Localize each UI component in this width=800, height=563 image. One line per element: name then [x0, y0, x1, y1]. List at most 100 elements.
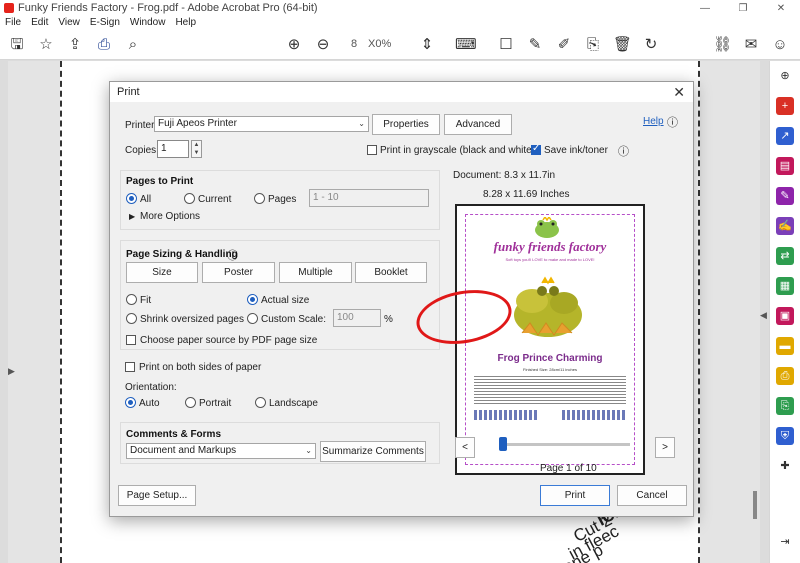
tab-multiple[interactable]: Multiple — [279, 262, 352, 283]
paper-source-checkbox[interactable] — [126, 335, 136, 345]
radio-custom-scale[interactable] — [247, 313, 258, 324]
keyboard-icon[interactable]: ⌨ — [455, 36, 477, 54]
preview-slider-track[interactable] — [500, 443, 630, 446]
zoom-field[interactable]: X0% — [368, 38, 408, 54]
help-link[interactable]: Help — [643, 116, 664, 127]
cancel-button[interactable]: Cancel — [617, 485, 687, 506]
fit-page-icon[interactable]: ⇕ — [418, 36, 436, 54]
menu-bar: File Edit View E-Sign Window Help — [0, 16, 800, 30]
copies-stepper[interactable]: ▲ ▼ — [191, 140, 202, 158]
tab-size[interactable]: Size — [126, 262, 198, 283]
save-ink-info-icon[interactable]: ⓘ — [618, 143, 629, 159]
combine-files-icon[interactable]: ▦ — [776, 277, 794, 295]
comment-tool-icon[interactable]: ▬ — [776, 337, 794, 355]
printer-value: Fuji Apeos Printer — [158, 118, 237, 129]
both-sides-checkbox[interactable] — [125, 362, 135, 372]
mail-icon[interactable]: ✉ — [742, 36, 760, 54]
upload-icon[interactable]: ⇪ — [66, 36, 84, 54]
send-for-review-icon[interactable]: ⇄ — [776, 247, 794, 265]
zoom-icon[interactable]: ⊕ — [776, 67, 794, 85]
menu-file[interactable]: File — [0, 16, 26, 30]
menu-view[interactable]: View — [53, 16, 85, 30]
frog-logo-icon — [535, 217, 559, 238]
comments-value: Document and Markups — [130, 445, 237, 456]
advanced-button[interactable]: Advanced — [444, 114, 512, 135]
comments-select[interactable]: Document and Markups ⌄ — [126, 443, 316, 459]
grayscale-checkbox[interactable] — [367, 145, 377, 155]
copies-input[interactable]: 1 — [157, 140, 189, 158]
tab-poster[interactable]: Poster — [202, 262, 275, 283]
star-icon[interactable]: ☆ — [37, 36, 55, 54]
link-icon[interactable]: ⛓ — [713, 36, 732, 54]
radio-orientation-landscape[interactable] — [255, 397, 266, 408]
menu-window[interactable]: Window — [125, 16, 171, 30]
left-panel-toggle[interactable]: ▶ — [8, 366, 16, 384]
page-number-field[interactable]: 8 — [340, 38, 368, 54]
window-controls: — ❐ ✕ — [686, 3, 800, 14]
zoom-search-icon[interactable]: ⌕ — [124, 36, 142, 54]
print-button[interactable]: Print — [540, 485, 610, 506]
preview-prev-button[interactable]: < — [455, 437, 475, 458]
fill-sign-icon[interactable]: ✎ — [776, 187, 794, 205]
draw-icon[interactable]: ✐ — [555, 36, 573, 54]
close-window-button[interactable]: ✕ — [762, 3, 800, 14]
vertical-scrollbar[interactable] — [753, 491, 757, 519]
page-setup-button[interactable]: Page Setup... — [118, 485, 196, 506]
preview-slider-thumb[interactable] — [499, 437, 507, 451]
radio-shrink[interactable] — [126, 313, 137, 324]
menu-help[interactable]: Help — [170, 16, 201, 30]
preview-next-button[interactable]: > — [655, 437, 675, 458]
menu-edit[interactable]: Edit — [26, 16, 53, 30]
rotate-icon[interactable]: ↻ — [642, 36, 660, 54]
account-icon[interactable]: ☺ — [771, 36, 789, 54]
restore-button[interactable]: ❐ — [724, 3, 762, 14]
organize-pages-icon[interactable]: ▤ — [776, 157, 794, 175]
comment-icon[interactable]: ☐ — [497, 36, 515, 54]
properties-button[interactable]: Properties — [372, 114, 440, 135]
radio-all[interactable] — [126, 193, 137, 204]
delete-icon[interactable]: 🗑 — [613, 36, 632, 54]
both-sides-label: Print on both sides of paper — [139, 362, 262, 373]
protect-icon[interactable]: ⛨ — [776, 427, 794, 445]
stamp-tool-icon[interactable]: ⎙ — [776, 367, 794, 385]
caret-right-icon[interactable]: ▶ — [129, 212, 135, 221]
print-dialog: Print ✕ Printer: Fuji Apeos Printer ⌄ Pr… — [109, 81, 694, 517]
more-tools-icon[interactable]: ✚ — [776, 457, 794, 475]
sizing-info-icon[interactable]: ⓘ — [227, 247, 238, 263]
collapse-panel-icon[interactable]: ⇥ — [776, 533, 794, 551]
preview-product-name: Frog Prince Charming — [497, 353, 603, 364]
radio-actual-size[interactable] — [247, 294, 258, 305]
page-up-icon[interactable]: ⊕ — [285, 36, 303, 54]
stamp-icon[interactable]: ⎘ — [584, 36, 602, 54]
page-down-icon[interactable]: ⊖ — [314, 36, 332, 54]
save-icon[interactable]: 🖫 — [8, 36, 26, 54]
orientation-landscape-label: Landscape — [269, 398, 318, 409]
save-ink-checkbox[interactable] — [531, 143, 541, 155]
pages-range-input[interactable]: 1 - 10 — [309, 189, 429, 207]
printer-select[interactable]: Fuji Apeos Printer ⌄ — [154, 116, 369, 132]
radio-pages[interactable] — [254, 193, 265, 204]
scale-input[interactable]: 100 — [333, 309, 381, 327]
pages-to-print-group: Pages to Print All Current Pages 1 - 10 … — [120, 170, 440, 230]
more-options-link[interactable]: More Options — [140, 211, 200, 222]
minimize-button[interactable]: — — [686, 3, 724, 14]
create-pdf-icon[interactable]: + — [776, 97, 794, 115]
summarize-comments-button[interactable]: Summarize Comments — [320, 441, 426, 462]
print-icon[interactable]: ⎙ — [95, 36, 113, 54]
radio-current[interactable] — [184, 193, 195, 204]
request-signature-icon[interactable]: ✍ — [776, 217, 794, 235]
radio-fit[interactable] — [126, 294, 137, 305]
export-pdf-icon[interactable]: ↗ — [776, 127, 794, 145]
edit-pdf-icon[interactable]: ▣ — [776, 307, 794, 325]
grayscale-label: Print in grayscale (black and white) — [380, 145, 536, 156]
menu-esign[interactable]: E-Sign — [85, 16, 125, 30]
radio-orientation-portrait[interactable] — [185, 397, 196, 408]
radio-orientation-auto[interactable] — [125, 397, 136, 408]
tab-booklet[interactable]: Booklet — [355, 262, 427, 283]
help-info-icon[interactable]: ⓘ — [667, 114, 678, 130]
highlight-pen-icon[interactable]: ✎ — [526, 36, 544, 54]
preview-page: funky friends factory Soft toys you'll L… — [465, 214, 635, 465]
print-preview: funky friends factory Soft toys you'll L… — [455, 204, 645, 475]
print-production-icon[interactable]: ⎘ — [776, 397, 794, 415]
dialog-close-icon[interactable]: ✕ — [673, 84, 685, 101]
